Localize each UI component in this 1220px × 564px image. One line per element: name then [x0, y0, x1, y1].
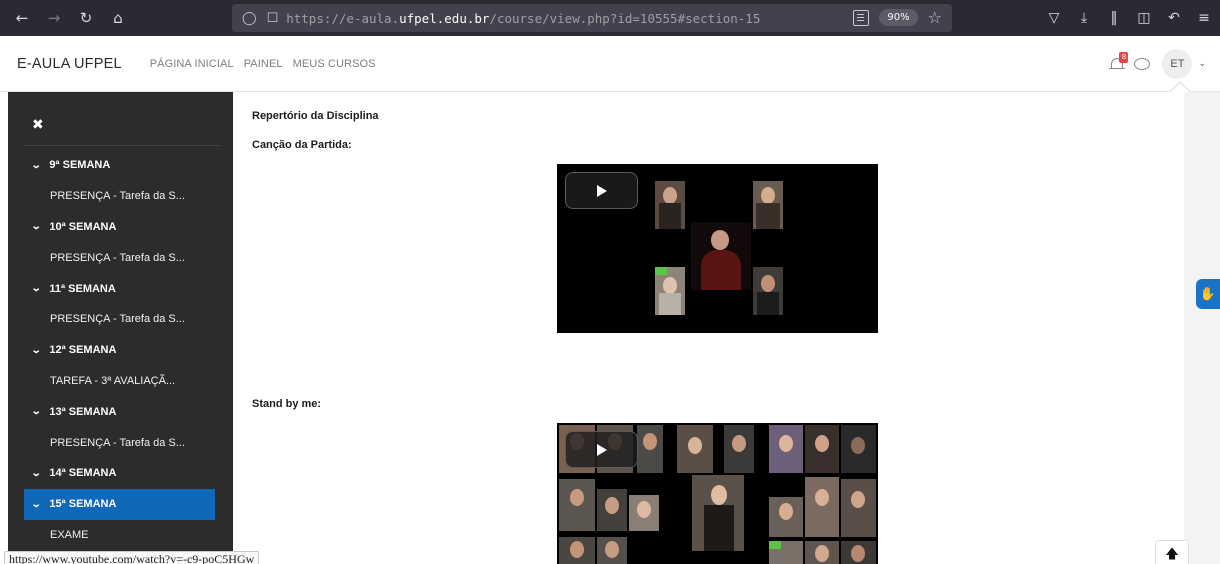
- drawer-section-14[interactable]: ⌄ 14ª SEMANA: [8, 458, 233, 489]
- drawer-section-10[interactable]: ⌄ 10ª SEMANA: [8, 212, 233, 243]
- main-nav: PÁGINA INICIAL PAINEL MEUS CURSOS: [150, 58, 376, 70]
- video-participant-tile: [841, 479, 876, 537]
- video-participant-tile: [753, 267, 783, 315]
- notification-bell-icon[interactable]: 8: [1108, 52, 1129, 73]
- status-bar-link-preview: https://www.youtube.com/watch?v=-c9-poC5…: [4, 551, 260, 564]
- messages-chat-icon[interactable]: [1134, 58, 1151, 70]
- drawer-activity[interactable]: PRESENÇA - Tarefa da S...: [8, 304, 233, 335]
- song2-label: Stand by me:: [252, 398, 322, 410]
- chevron-down-icon: ⌄: [30, 344, 42, 356]
- pocket-icon[interactable]: ▽: [1040, 4, 1068, 32]
- course-content: Repertório da Disciplina Canção da Parti…: [252, 92, 1184, 564]
- video-play-button[interactable]: [565, 172, 638, 209]
- chevron-down-icon: ⌄: [30, 221, 42, 233]
- url-bar[interactable]: ◯ ☐ https://e-aula.ufpel.edu.br/course/v…: [232, 4, 952, 32]
- site-navbar: E-AULA UFPEL PÁGINA INICIAL PAINEL MEUS …: [0, 36, 1220, 101]
- video-participant-tile: [753, 181, 783, 229]
- video-participant-tile: [655, 267, 685, 315]
- reader-view-icon[interactable]: [853, 9, 870, 26]
- accessibility-hands-icon[interactable]: ✋: [1196, 279, 1220, 309]
- chevron-down-icon: ⌄: [30, 159, 42, 171]
- page-right-gutter: ✋: [1184, 92, 1220, 564]
- forward-arrow-icon[interactable]: →: [40, 4, 68, 32]
- video-participant-tile: [769, 497, 803, 537]
- video-participant-tile: [769, 425, 803, 473]
- play-icon: [596, 443, 607, 456]
- notification-count-badge: 8: [1119, 52, 1129, 63]
- video-participant-tile: [724, 425, 754, 473]
- reload-icon[interactable]: ↻: [72, 4, 100, 32]
- url-text[interactable]: https://e-aula.ufpel.edu.br/course/view.…: [286, 11, 760, 26]
- drawer-activity[interactable]: PRESENÇA - Tarefa da S...: [8, 242, 233, 273]
- play-icon: [596, 184, 607, 197]
- drawer-section-9[interactable]: ⌄ 9ª SEMANA: [8, 150, 233, 181]
- user-avatar[interactable]: ET: [1162, 49, 1193, 79]
- sidebar-icon[interactable]: ◫: [1130, 4, 1158, 32]
- video-embed-cancao-da-partida[interactable]: [557, 164, 878, 333]
- library-icon[interactable]: ‖: [1100, 4, 1128, 32]
- video-participant-tile: [805, 541, 839, 564]
- video-participant-tile: [805, 477, 839, 537]
- chevron-down-icon: ⌄: [30, 283, 42, 295]
- song1-label: Canção da Partida:: [252, 139, 352, 151]
- drawer-activity-exam[interactable]: EXAME: [8, 520, 233, 551]
- chevron-down-icon: ⌄: [30, 498, 42, 510]
- video-participant-tile: [677, 425, 713, 473]
- video-embed-stand-by-me[interactable]: [557, 423, 878, 564]
- nav-link-dashboard[interactable]: PAINEL: [244, 58, 283, 70]
- video-participant-tile: [841, 425, 876, 473]
- back-to-top-button[interactable]: 🡅: [1155, 540, 1189, 564]
- nav-link-my-courses[interactable]: MEUS CURSOS: [293, 58, 376, 70]
- nav-link-home[interactable]: PÁGINA INICIAL: [150, 58, 234, 70]
- drawer-section-11[interactable]: ⌄ 11ª SEMANA: [8, 273, 233, 304]
- bookmark-star-icon[interactable]: ☆: [928, 8, 942, 27]
- tracking-shield-icon[interactable]: ◯: [242, 11, 257, 26]
- lock-icon[interactable]: ☐: [267, 11, 279, 26]
- drawer-activity[interactable]: PRESENÇA - Tarefa da S...: [8, 427, 233, 458]
- close-drawer-icon[interactable]: ✖: [32, 117, 44, 133]
- user-menu-chevron-icon[interactable]: ⌄: [1198, 59, 1206, 69]
- video-participant-tile: [841, 541, 876, 564]
- drawer-divider: [24, 145, 220, 146]
- home-icon[interactable]: ⌂: [104, 4, 132, 32]
- drawer-section-15-active[interactable]: ⌄ 15ª SEMANA: [24, 488, 215, 520]
- video-participant-tile: [629, 495, 659, 531]
- arrow-up-icon: 🡅: [1165, 547, 1179, 562]
- repertoire-heading: Repertório da Disciplina: [252, 110, 379, 122]
- video-participant-tile: [637, 425, 663, 473]
- menu-icon[interactable]: ≡: [1190, 4, 1218, 32]
- drawer-section-12[interactable]: ⌄ 12ª SEMANA: [8, 335, 233, 366]
- video-participant-tile: [805, 425, 839, 473]
- video-participant-tile: [597, 489, 627, 531]
- video-participant-tile: [559, 479, 595, 531]
- video-play-button[interactable]: [565, 431, 638, 468]
- drawer-activity[interactable]: PRESENÇA - Tarefa da S...: [8, 181, 233, 212]
- zoom-level-badge[interactable]: 90%: [879, 9, 918, 26]
- chevron-down-icon: ⌄: [30, 406, 42, 418]
- drawer-section-13[interactable]: ⌄ 13ª SEMANA: [8, 396, 233, 427]
- video-participant-tile: [655, 181, 685, 229]
- back-arrow-icon[interactable]: ←: [8, 4, 36, 32]
- drawer-list: ⌄ 9ª SEMANA PRESENÇA - Tarefa da S... ⌄ 10…: [8, 150, 233, 550]
- drawer-activity[interactable]: TAREFA - 3ª AVALIAÇÃ...: [8, 366, 233, 397]
- video-center-performer: [692, 475, 744, 551]
- video-center-performer: [691, 222, 751, 290]
- account-icon[interactable]: ↶: [1160, 4, 1188, 32]
- download-icon[interactable]: ⤓: [1070, 4, 1098, 32]
- course-index-drawer: ✖ ⌄ 9ª SEMANA PRESENÇA - Tarefa da S... ⌄…: [8, 92, 233, 564]
- chevron-down-icon: ⌄: [30, 467, 42, 479]
- browser-toolbar: ← → ↻ ⌂ ◯ ☐ https://e-aula.ufpel.edu.br/…: [0, 0, 1220, 36]
- video-participant-tile: [559, 537, 595, 564]
- site-brand[interactable]: E-AULA UFPEL: [17, 56, 122, 72]
- video-participant-tile: [597, 537, 627, 564]
- video-participant-tile: [769, 541, 803, 564]
